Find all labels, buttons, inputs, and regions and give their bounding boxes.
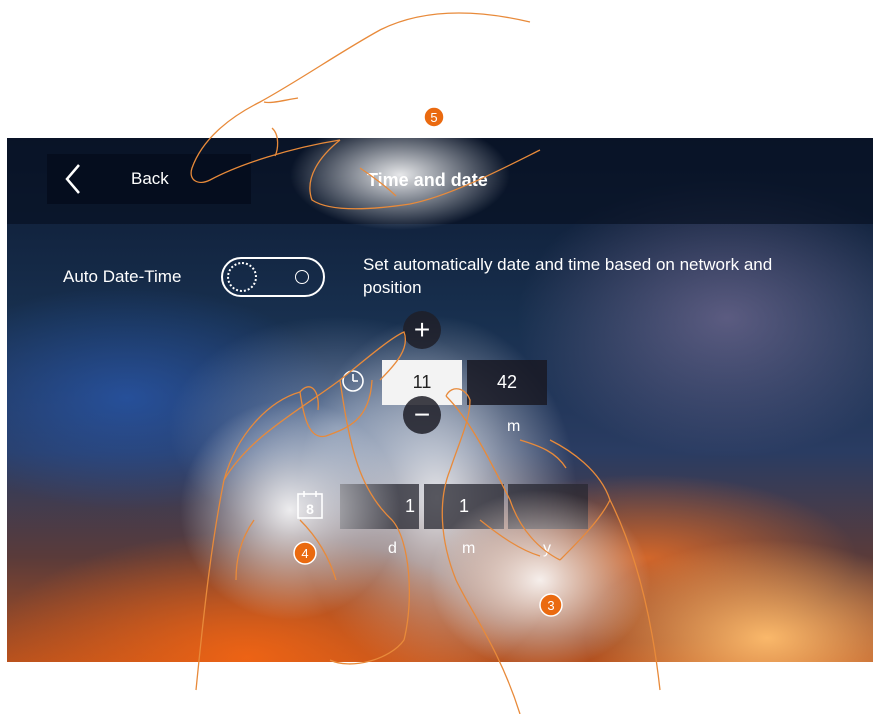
- minute-field[interactable]: 42: [467, 360, 547, 405]
- month-unit-label: m: [462, 540, 476, 557]
- day-value: 1: [404, 496, 415, 516]
- minute-unit-label: m: [507, 418, 521, 435]
- calendar-icon-number: 8: [306, 501, 314, 517]
- toggle-off-indicator: [295, 270, 309, 284]
- intercom-screen: Back Time and date Auto Date-Time Set au…: [7, 138, 873, 662]
- year-unit-label: y: [543, 540, 551, 557]
- auto-date-time-toggle[interactable]: [221, 257, 325, 297]
- month-field[interactable]: 1: [424, 484, 504, 529]
- plus-icon: +: [413, 314, 431, 345]
- svg-text:5: 5: [430, 110, 437, 125]
- increment-button[interactable]: +: [403, 311, 441, 349]
- back-button[interactable]: Back: [47, 154, 251, 204]
- page-title: Time and date: [367, 170, 488, 190]
- back-label: Back: [131, 169, 169, 188]
- top-bar: Back Time and date: [7, 138, 873, 224]
- auto-date-time-description: Set automatically date and time based on…: [363, 255, 773, 297]
- minus-icon: −: [413, 399, 431, 430]
- calendar-icon: 8: [297, 491, 323, 519]
- day-field[interactable]: 1: [340, 484, 419, 529]
- back-chevron-icon: [65, 164, 80, 194]
- month-value: 1: [458, 496, 469, 516]
- callout-5: 5: [423, 106, 445, 128]
- decrement-button[interactable]: −: [403, 396, 441, 434]
- day-unit-label: d: [388, 540, 397, 557]
- toggle-knob: [227, 262, 257, 292]
- year-field[interactable]: [508, 484, 588, 529]
- auto-date-time-label: Auto Date-Time: [63, 267, 182, 286]
- clock-icon: [342, 370, 364, 392]
